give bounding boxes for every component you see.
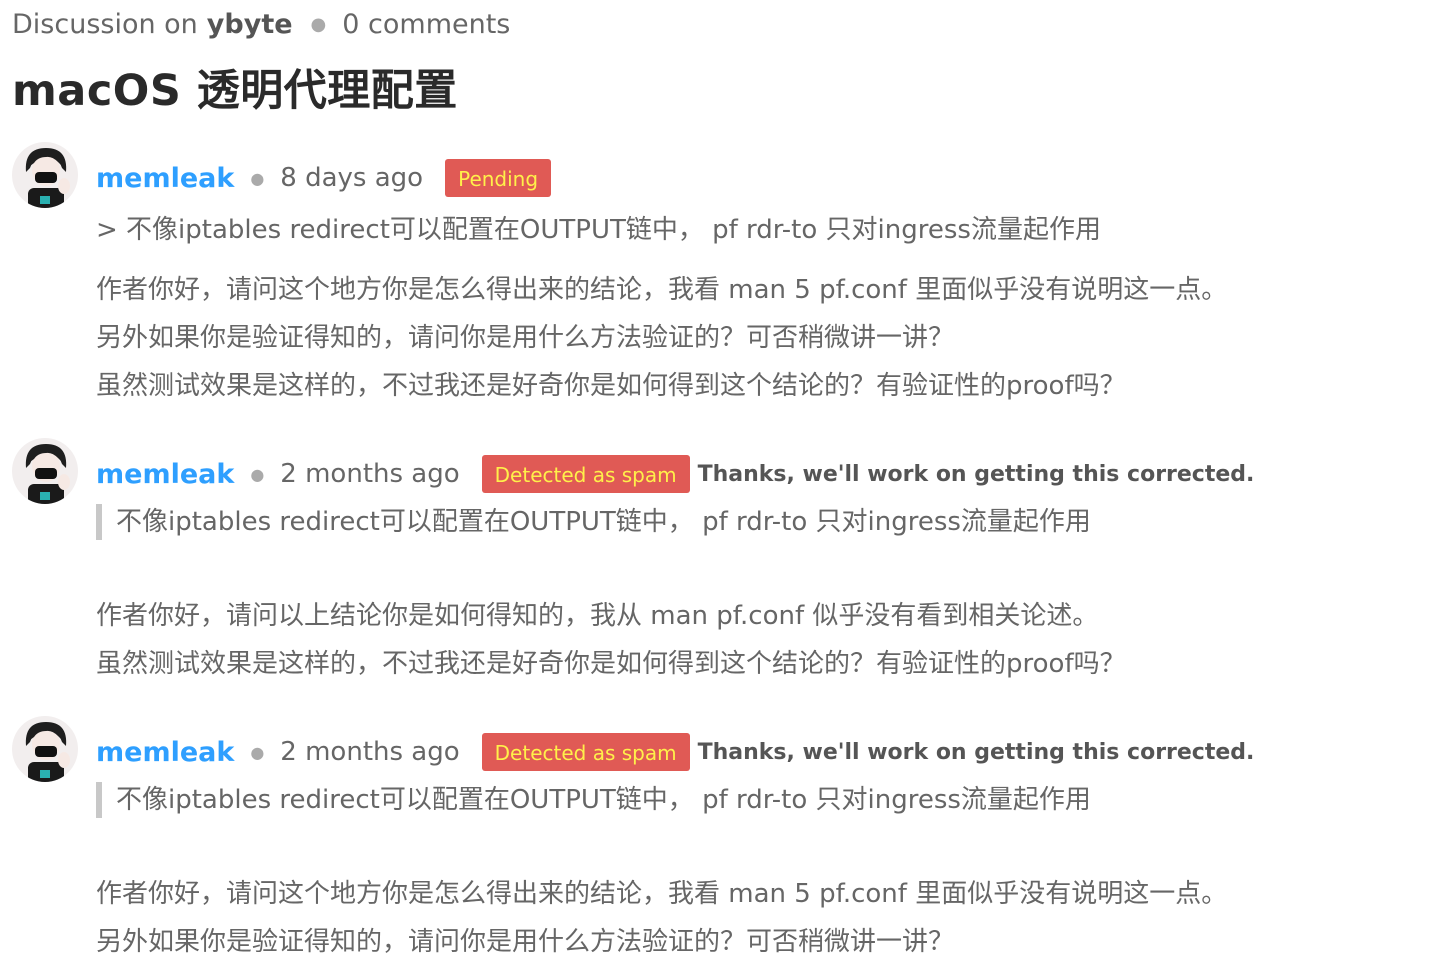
comment-body: 作者你好，请问以上结论你是如何得知的，我从 man pf.conf 似乎没有看到… [96, 592, 1126, 688]
comment-time[interactable]: 2 months ago [280, 459, 459, 489]
comment-item: memleak ● 8 days ago Pending > 不像iptable… [12, 142, 1432, 412]
comment-line: 作者你好，请问这个地方你是怎么得出来的结论，我看 man 5 pf.conf 里… [96, 275, 1228, 305]
separator-dot: ● [250, 742, 265, 762]
discussion-header: Discussion on ybyte ● 0 comments [12, 4, 510, 44]
status-badge: Detected as spam [481, 455, 690, 493]
avatar[interactable] [12, 716, 78, 782]
comment-quote: > 不像iptables redirect可以配置在OUTPUT链中， pf r… [96, 215, 1101, 245]
comment-blockquote: 不像iptables redirect可以配置在OUTPUT链中， pf rdr… [96, 504, 1091, 540]
site-name: ybyte [206, 8, 293, 40]
spam-note: Thanks, we'll work on getting this corre… [697, 461, 1255, 487]
comment-count: 0 comments [342, 8, 511, 40]
separator-dot: ● [250, 464, 265, 484]
comment-item: memleak ● 2 months ago Detected as spam … [12, 716, 1432, 980]
status-badge: Detected as spam [481, 733, 690, 771]
comment-line: 作者你好，请问这个地方你是怎么得出来的结论，我看 man 5 pf.conf 里… [96, 879, 1228, 909]
separator-dot: ● [250, 168, 265, 188]
avatar[interactable] [12, 142, 78, 208]
status-badge: Pending [445, 159, 552, 197]
separator-dot: ● [310, 13, 327, 35]
comment-line: 另外如果你是验证得知的，请问你是用什么方法验证的？可否稍微讲一讲？ [96, 927, 955, 957]
author-link[interactable]: memleak [96, 459, 234, 490]
comment-line: 虽然测试效果是这样的，不过我还是好奇你是如何得到这个结论的？有验证性的proof… [96, 649, 1126, 679]
comment-body: 作者你好，请问这个地方你是怎么得出来的结论，我看 man 5 pf.conf 里… [96, 266, 1227, 410]
author-link[interactable]: memleak [96, 163, 234, 194]
comment-item: memleak ● 2 months ago Detected as spam … [12, 438, 1432, 688]
discussion-prefix: Discussion on [12, 8, 198, 40]
comment-meta: memleak ● 8 days ago Pending [96, 158, 552, 198]
comment-time[interactable]: 8 days ago [280, 163, 423, 193]
comment-meta: memleak ● 2 months ago Detected as spam … [96, 732, 1254, 772]
comment-meta: memleak ● 2 months ago Detected as spam … [96, 454, 1254, 494]
spam-note: Thanks, we'll work on getting this corre… [697, 739, 1255, 765]
comment-body: 作者你好，请问这个地方你是怎么得出来的结论，我看 man 5 pf.conf 里… [96, 870, 1227, 966]
comment-time[interactable]: 2 months ago [280, 737, 459, 767]
author-link[interactable]: memleak [96, 737, 234, 768]
comment-line: 作者你好，请问以上结论你是如何得知的，我从 man pf.conf 似乎没有看到… [96, 601, 1099, 631]
comment-line: 另外如果你是验证得知的，请问你是用什么方法验证的？可否稍微讲一讲？ [96, 323, 955, 353]
page-title: macOS 透明代理配置 [12, 66, 458, 116]
comment-blockquote: 不像iptables redirect可以配置在OUTPUT链中， pf rdr… [96, 782, 1091, 818]
avatar[interactable] [12, 438, 78, 504]
comment-line: 虽然测试效果是这样的，不过我还是好奇你是如何得到这个结论的？有验证性的proof… [96, 371, 1126, 401]
